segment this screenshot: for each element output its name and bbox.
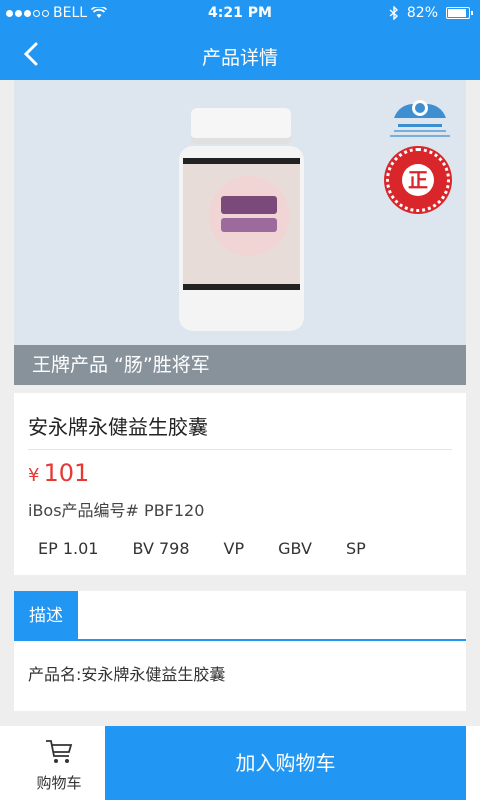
nav-bar: 产品详情 (0, 28, 480, 80)
price-value: 101 (43, 459, 90, 487)
health-food-logo-icon (390, 100, 450, 137)
stat-sp: SP (345, 539, 366, 558)
status-bar: BELL 4:21 PM 82% (0, 0, 480, 28)
divider (28, 449, 452, 450)
cart-button[interactable]: 购物车 (14, 726, 104, 800)
stat-gbv: GBV (278, 539, 312, 558)
currency-symbol: ¥ (28, 465, 40, 486)
cart-label: 购物车 (36, 774, 82, 792)
description-content: 产品名:安永牌永健益生胶囊 (28, 665, 226, 684)
product-image: 正 王牌产品 “肠”胜将军 (14, 80, 466, 385)
stat-vp: VP (223, 539, 245, 558)
page-title: 产品详情 (201, 47, 278, 69)
product-stats: EP 1.01 BV 798 VP GBV SP (38, 539, 400, 558)
product-name: 安永牌永健益生胶囊 (28, 415, 208, 439)
bottom-action-bar: 购物车 加入购物车 (0, 726, 480, 800)
tab-description[interactable]: 描述 (14, 591, 78, 641)
description-section: 描述 产品名:安永牌永健益生胶囊 (14, 591, 466, 711)
stat-ep: EP 1.01 (38, 539, 99, 558)
shopping-cart-icon (46, 740, 73, 763)
product-code: iBos产品编号# PBF120 (28, 501, 205, 520)
certified-seal-icon: 正 (386, 148, 450, 212)
battery-percent: 82% (406, 5, 438, 21)
hero-banner: 王牌产品 “肠”胜将军 (14, 345, 466, 385)
product-info-card: 安永牌永健益生胶囊 ¥101 iBos产品编号# PBF120 EP 1.01 … (14, 393, 466, 575)
description-tab-bar: 描述 (14, 591, 466, 641)
product-bottle-image (179, 108, 304, 333)
stat-bv: BV 798 (132, 539, 190, 558)
battery-icon (446, 7, 473, 19)
add-to-cart-button[interactable]: 加入购物车 (105, 726, 466, 800)
product-price: ¥101 (28, 459, 89, 487)
bluetooth-icon (389, 6, 398, 20)
